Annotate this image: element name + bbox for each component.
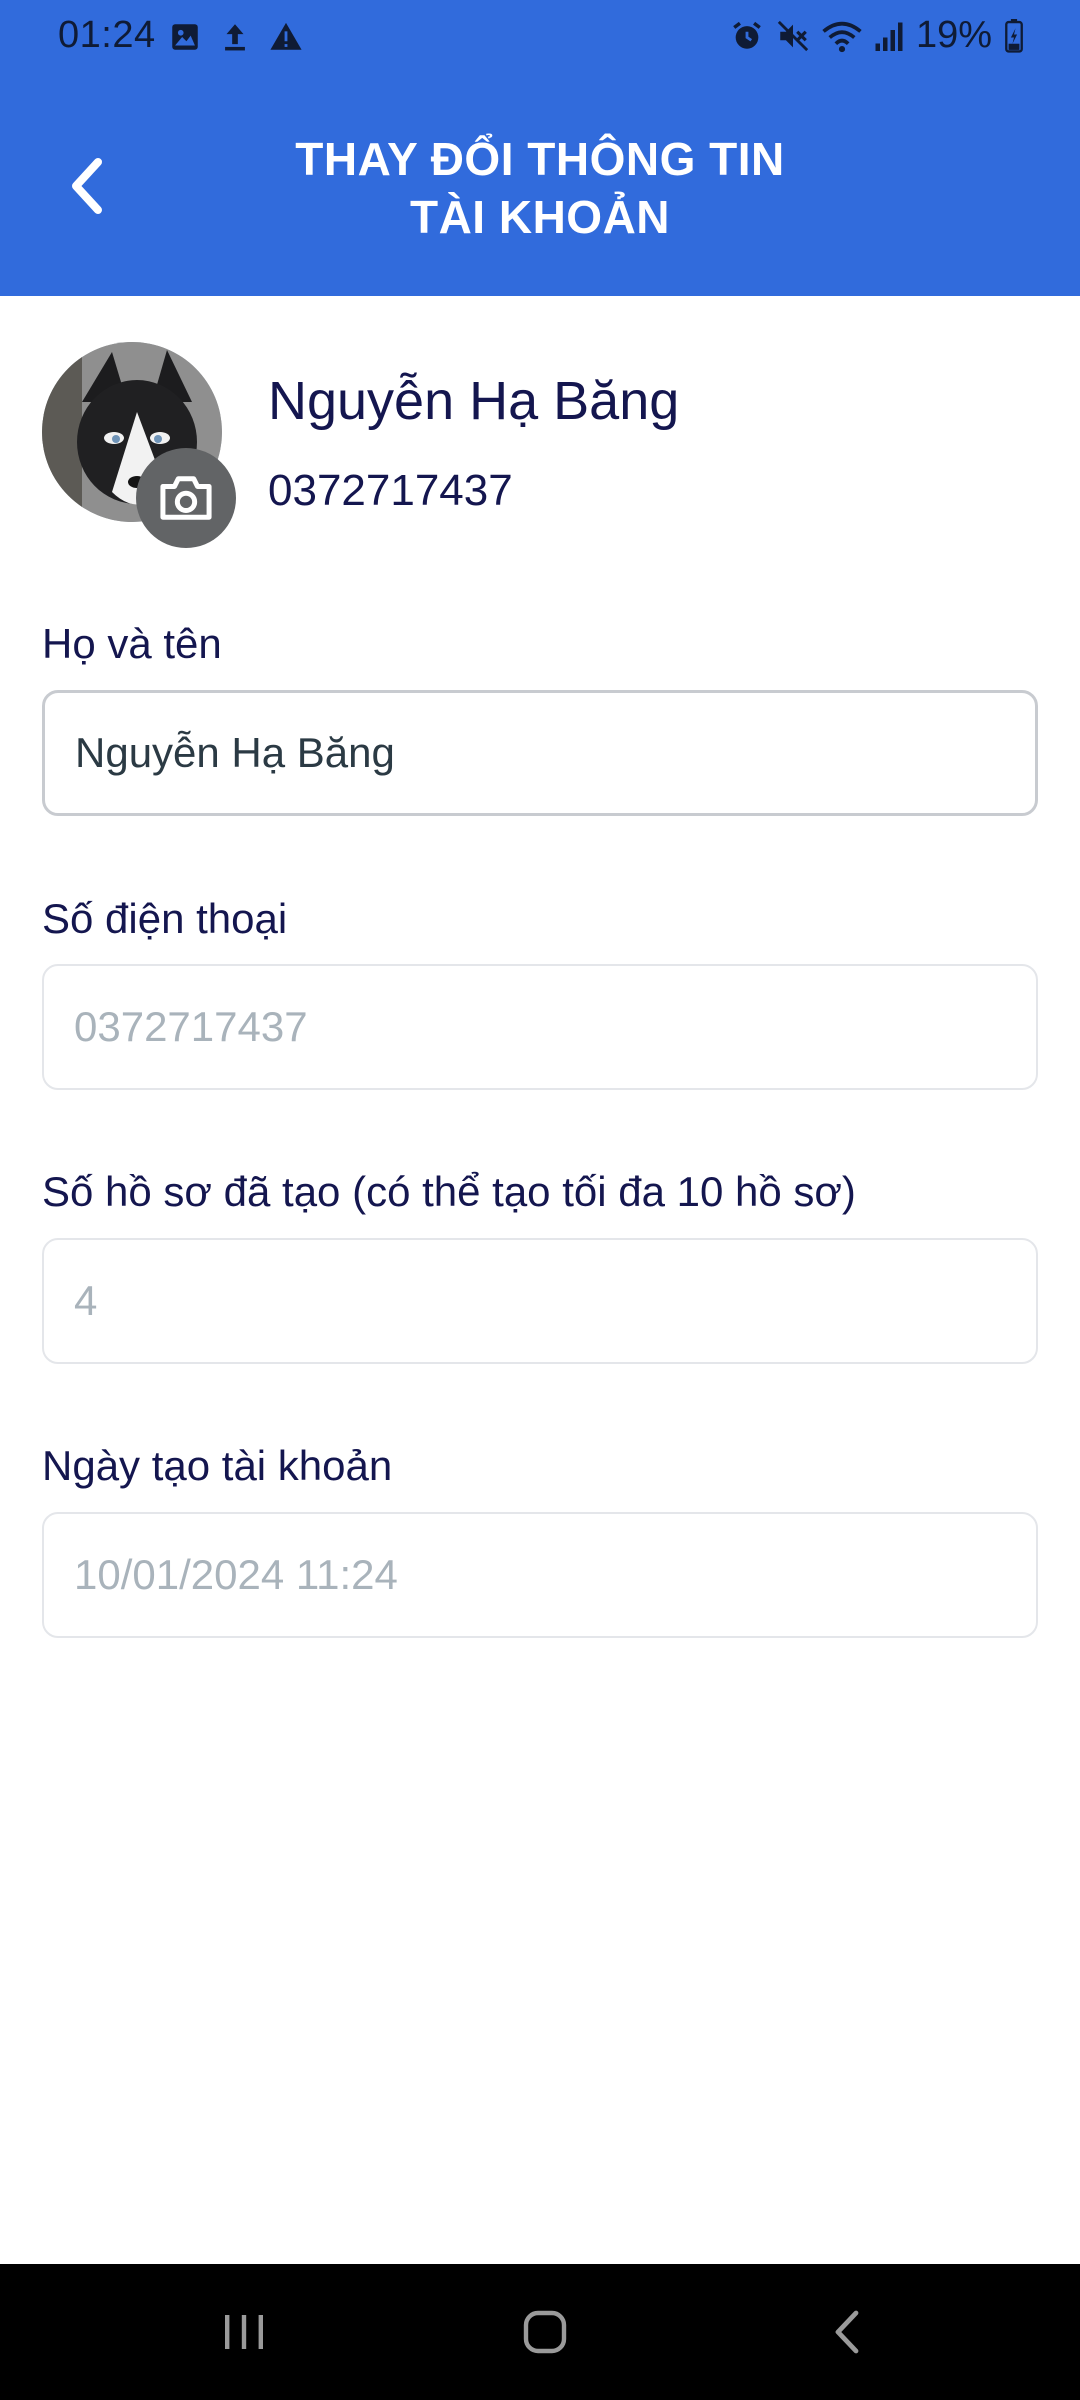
status-time: 01:24 <box>58 14 156 56</box>
created-date-label: Ngày tạo tài khoản <box>42 1442 393 1489</box>
home-button[interactable] <box>485 2292 605 2372</box>
nav-back-icon <box>835 2310 859 2354</box>
alarm-icon <box>733 21 761 49</box>
camera-icon <box>160 476 212 520</box>
status-system-icons: 19% <box>730 14 1024 57</box>
status-notification-icons <box>168 20 304 54</box>
system-nav-bar <box>0 2264 1080 2400</box>
back-button[interactable] <box>48 136 128 236</box>
status-bar: 01:24 19% <box>0 0 1080 76</box>
mute-icon <box>777 20 809 51</box>
page-title: THAY ĐỔI THÔNG TIN TÀI KHOẢN <box>180 130 900 246</box>
battery-percentage: 19% <box>915 14 992 56</box>
page-title-line2: TÀI KHOẢN <box>409 191 671 243</box>
recent-apps-icon <box>225 2315 263 2349</box>
profile-section: Nguyễn Hạ Băng 0372717437 <box>0 296 1080 566</box>
signal-icon <box>875 22 903 51</box>
nav-back-button[interactable] <box>788 2292 908 2372</box>
warning-icon <box>270 22 302 50</box>
phone-label: Số điện thoại <box>42 895 288 942</box>
gallery-icon <box>172 24 198 50</box>
back-arrow-icon <box>72 158 102 214</box>
upload-icon <box>225 24 245 51</box>
phone-field: 0372717437 <box>42 964 1038 1090</box>
home-icon <box>523 2310 567 2354</box>
profile-name: Nguyễn Hạ Băng <box>268 371 680 431</box>
full-name-label: Họ và tên <box>42 620 222 667</box>
recent-apps-button[interactable] <box>184 2292 304 2372</box>
wifi-icon <box>822 21 862 52</box>
full-name-input[interactable]: Nguyễn Hạ Băng <box>42 690 1038 816</box>
change-avatar-button[interactable] <box>136 448 236 548</box>
page-title-line1: THAY ĐỔI THÔNG TIN <box>295 133 785 185</box>
created-date-field: 10/01/2024 11:24 <box>42 1512 1038 1638</box>
records-field: 4 <box>42 1238 1038 1364</box>
profile-phone: 0372717437 <box>268 466 513 515</box>
battery-icon <box>1005 18 1023 53</box>
records-label: Số hồ sơ đã tạo (có thể tạo tối đa 10 hồ… <box>42 1168 856 1215</box>
app-header: THAY ĐỔI THÔNG TIN TÀI KHOẢN <box>0 76 1080 296</box>
